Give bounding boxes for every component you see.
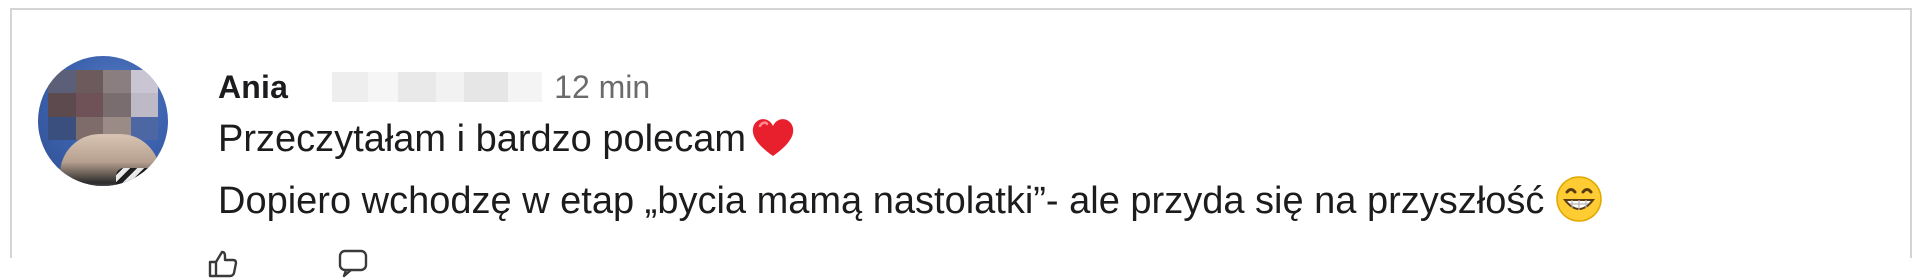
like-icon[interactable] xyxy=(206,246,240,280)
comment-content: Ania 12 min Przeczytałam i bardzo poleca… xyxy=(218,66,1908,232)
comment-text-line-2: Dopiero wchodzę w etap „bycia mamą nasto… xyxy=(218,170,1908,232)
comment-line-2-text: Dopiero wchodzę w etap „bycia mamą nasto… xyxy=(218,180,1545,222)
reply-icon[interactable] xyxy=(336,246,370,280)
comment-text-line-1: Przeczytałam i bardzo polecam xyxy=(218,108,1908,170)
avatar-pixelation xyxy=(48,70,158,140)
comment-timestamp[interactable]: 12 min xyxy=(554,69,650,106)
heart-icon xyxy=(752,119,794,156)
avatar[interactable] xyxy=(38,56,168,186)
grinning-face-icon xyxy=(1556,176,1603,222)
comment-card: Ania 12 min Przeczytałam i bardzo poleca… xyxy=(10,8,1912,258)
comment-actions xyxy=(206,246,370,280)
comment-meta: Ania 12 min xyxy=(218,66,1908,108)
comment-line-1-text: Przeczytałam i bardzo polecam xyxy=(218,118,746,160)
author-name[interactable]: Ania xyxy=(218,69,288,106)
avatar-striped-shirt xyxy=(116,168,156,186)
redacted-surname xyxy=(292,72,543,102)
